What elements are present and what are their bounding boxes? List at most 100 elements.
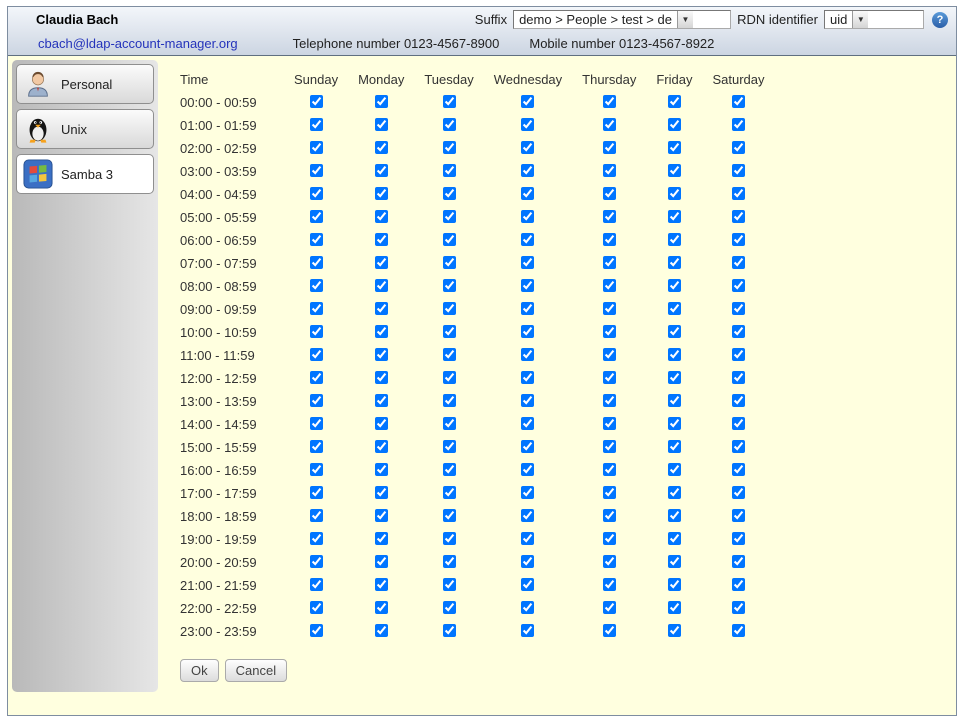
logon-hour-checkbox[interactable] bbox=[521, 417, 534, 430]
logon-hour-checkbox[interactable] bbox=[603, 118, 616, 131]
logon-hour-checkbox[interactable] bbox=[443, 532, 456, 545]
logon-hour-checkbox[interactable] bbox=[375, 325, 388, 338]
logon-hour-checkbox[interactable] bbox=[668, 532, 681, 545]
logon-hour-checkbox[interactable] bbox=[732, 118, 745, 131]
logon-hour-checkbox[interactable] bbox=[603, 624, 616, 637]
logon-hour-checkbox[interactable] bbox=[375, 187, 388, 200]
logon-hour-checkbox[interactable] bbox=[375, 463, 388, 476]
logon-hour-checkbox[interactable] bbox=[521, 348, 534, 361]
logon-hour-checkbox[interactable] bbox=[521, 210, 534, 223]
logon-hour-checkbox[interactable] bbox=[310, 509, 323, 522]
logon-hour-checkbox[interactable] bbox=[732, 463, 745, 476]
logon-hour-checkbox[interactable] bbox=[603, 394, 616, 407]
logon-hour-checkbox[interactable] bbox=[310, 624, 323, 637]
logon-hour-checkbox[interactable] bbox=[732, 555, 745, 568]
logon-hour-checkbox[interactable] bbox=[310, 486, 323, 499]
logon-hour-checkbox[interactable] bbox=[443, 601, 456, 614]
logon-hour-checkbox[interactable] bbox=[732, 601, 745, 614]
logon-hour-checkbox[interactable] bbox=[375, 555, 388, 568]
logon-hour-checkbox[interactable] bbox=[603, 95, 616, 108]
logon-hour-checkbox[interactable] bbox=[668, 486, 681, 499]
logon-hour-checkbox[interactable] bbox=[443, 624, 456, 637]
logon-hour-checkbox[interactable] bbox=[668, 440, 681, 453]
logon-hour-checkbox[interactable] bbox=[521, 279, 534, 292]
logon-hour-checkbox[interactable] bbox=[732, 394, 745, 407]
logon-hour-checkbox[interactable] bbox=[521, 624, 534, 637]
logon-hour-checkbox[interactable] bbox=[603, 233, 616, 246]
logon-hour-checkbox[interactable] bbox=[732, 187, 745, 200]
logon-hour-checkbox[interactable] bbox=[603, 486, 616, 499]
logon-hour-checkbox[interactable] bbox=[521, 233, 534, 246]
logon-hour-checkbox[interactable] bbox=[603, 164, 616, 177]
logon-hour-checkbox[interactable] bbox=[443, 233, 456, 246]
logon-hour-checkbox[interactable] bbox=[375, 118, 388, 131]
chevron-down-icon[interactable]: ▼ bbox=[677, 11, 693, 28]
logon-hour-checkbox[interactable] bbox=[603, 509, 616, 522]
logon-hour-checkbox[interactable] bbox=[521, 164, 534, 177]
logon-hour-checkbox[interactable] bbox=[668, 624, 681, 637]
chevron-down-icon[interactable]: ▼ bbox=[852, 11, 868, 28]
logon-hour-checkbox[interactable] bbox=[443, 486, 456, 499]
logon-hour-checkbox[interactable] bbox=[732, 578, 745, 591]
logon-hour-checkbox[interactable] bbox=[443, 348, 456, 361]
cancel-button[interactable]: Cancel bbox=[225, 659, 287, 682]
logon-hour-checkbox[interactable] bbox=[732, 141, 745, 154]
logon-hour-checkbox[interactable] bbox=[443, 371, 456, 384]
logon-hour-checkbox[interactable] bbox=[521, 95, 534, 108]
logon-hour-checkbox[interactable] bbox=[375, 348, 388, 361]
logon-hour-checkbox[interactable] bbox=[521, 371, 534, 384]
logon-hour-checkbox[interactable] bbox=[732, 210, 745, 223]
logon-hour-checkbox[interactable] bbox=[521, 555, 534, 568]
logon-hour-checkbox[interactable] bbox=[668, 118, 681, 131]
logon-hour-checkbox[interactable] bbox=[732, 486, 745, 499]
logon-hour-checkbox[interactable] bbox=[668, 302, 681, 315]
logon-hour-checkbox[interactable] bbox=[310, 279, 323, 292]
logon-hour-checkbox[interactable] bbox=[375, 256, 388, 269]
logon-hour-checkbox[interactable] bbox=[375, 279, 388, 292]
logon-hour-checkbox[interactable] bbox=[521, 302, 534, 315]
logon-hour-checkbox[interactable] bbox=[443, 440, 456, 453]
logon-hour-checkbox[interactable] bbox=[443, 302, 456, 315]
logon-hour-checkbox[interactable] bbox=[603, 371, 616, 384]
logon-hour-checkbox[interactable] bbox=[603, 279, 616, 292]
logon-hour-checkbox[interactable] bbox=[375, 210, 388, 223]
logon-hour-checkbox[interactable] bbox=[603, 210, 616, 223]
logon-hour-checkbox[interactable] bbox=[668, 601, 681, 614]
logon-hour-checkbox[interactable] bbox=[375, 95, 388, 108]
logon-hour-checkbox[interactable] bbox=[732, 302, 745, 315]
logon-hour-checkbox[interactable] bbox=[521, 325, 534, 338]
logon-hour-checkbox[interactable] bbox=[732, 348, 745, 361]
logon-hour-checkbox[interactable] bbox=[732, 95, 745, 108]
logon-hour-checkbox[interactable] bbox=[668, 187, 681, 200]
logon-hour-checkbox[interactable] bbox=[310, 233, 323, 246]
logon-hour-checkbox[interactable] bbox=[310, 417, 323, 430]
rdn-identifier-select[interactable]: uid ▼ bbox=[824, 10, 924, 29]
logon-hour-checkbox[interactable] bbox=[521, 256, 534, 269]
logon-hour-checkbox[interactable] bbox=[310, 325, 323, 338]
logon-hour-checkbox[interactable] bbox=[310, 164, 323, 177]
logon-hour-checkbox[interactable] bbox=[310, 371, 323, 384]
logon-hour-checkbox[interactable] bbox=[443, 95, 456, 108]
logon-hour-checkbox[interactable] bbox=[443, 164, 456, 177]
logon-hour-checkbox[interactable] bbox=[603, 440, 616, 453]
logon-hour-checkbox[interactable] bbox=[375, 532, 388, 545]
logon-hour-checkbox[interactable] bbox=[521, 509, 534, 522]
logon-hour-checkbox[interactable] bbox=[375, 624, 388, 637]
logon-hour-checkbox[interactable] bbox=[375, 578, 388, 591]
logon-hour-checkbox[interactable] bbox=[521, 486, 534, 499]
logon-hour-checkbox[interactable] bbox=[375, 440, 388, 453]
logon-hour-checkbox[interactable] bbox=[310, 463, 323, 476]
logon-hour-checkbox[interactable] bbox=[310, 532, 323, 545]
logon-hour-checkbox[interactable] bbox=[668, 95, 681, 108]
logon-hour-checkbox[interactable] bbox=[375, 486, 388, 499]
logon-hour-checkbox[interactable] bbox=[732, 624, 745, 637]
logon-hour-checkbox[interactable] bbox=[603, 187, 616, 200]
tab-unix[interactable]: Unix bbox=[16, 109, 154, 149]
logon-hour-checkbox[interactable] bbox=[310, 348, 323, 361]
logon-hour-checkbox[interactable] bbox=[668, 233, 681, 246]
logon-hour-checkbox[interactable] bbox=[443, 417, 456, 430]
logon-hour-checkbox[interactable] bbox=[310, 141, 323, 154]
suffix-select[interactable]: demo > People > test > de ▼ bbox=[513, 10, 731, 29]
logon-hour-checkbox[interactable] bbox=[668, 509, 681, 522]
logon-hour-checkbox[interactable] bbox=[732, 164, 745, 177]
